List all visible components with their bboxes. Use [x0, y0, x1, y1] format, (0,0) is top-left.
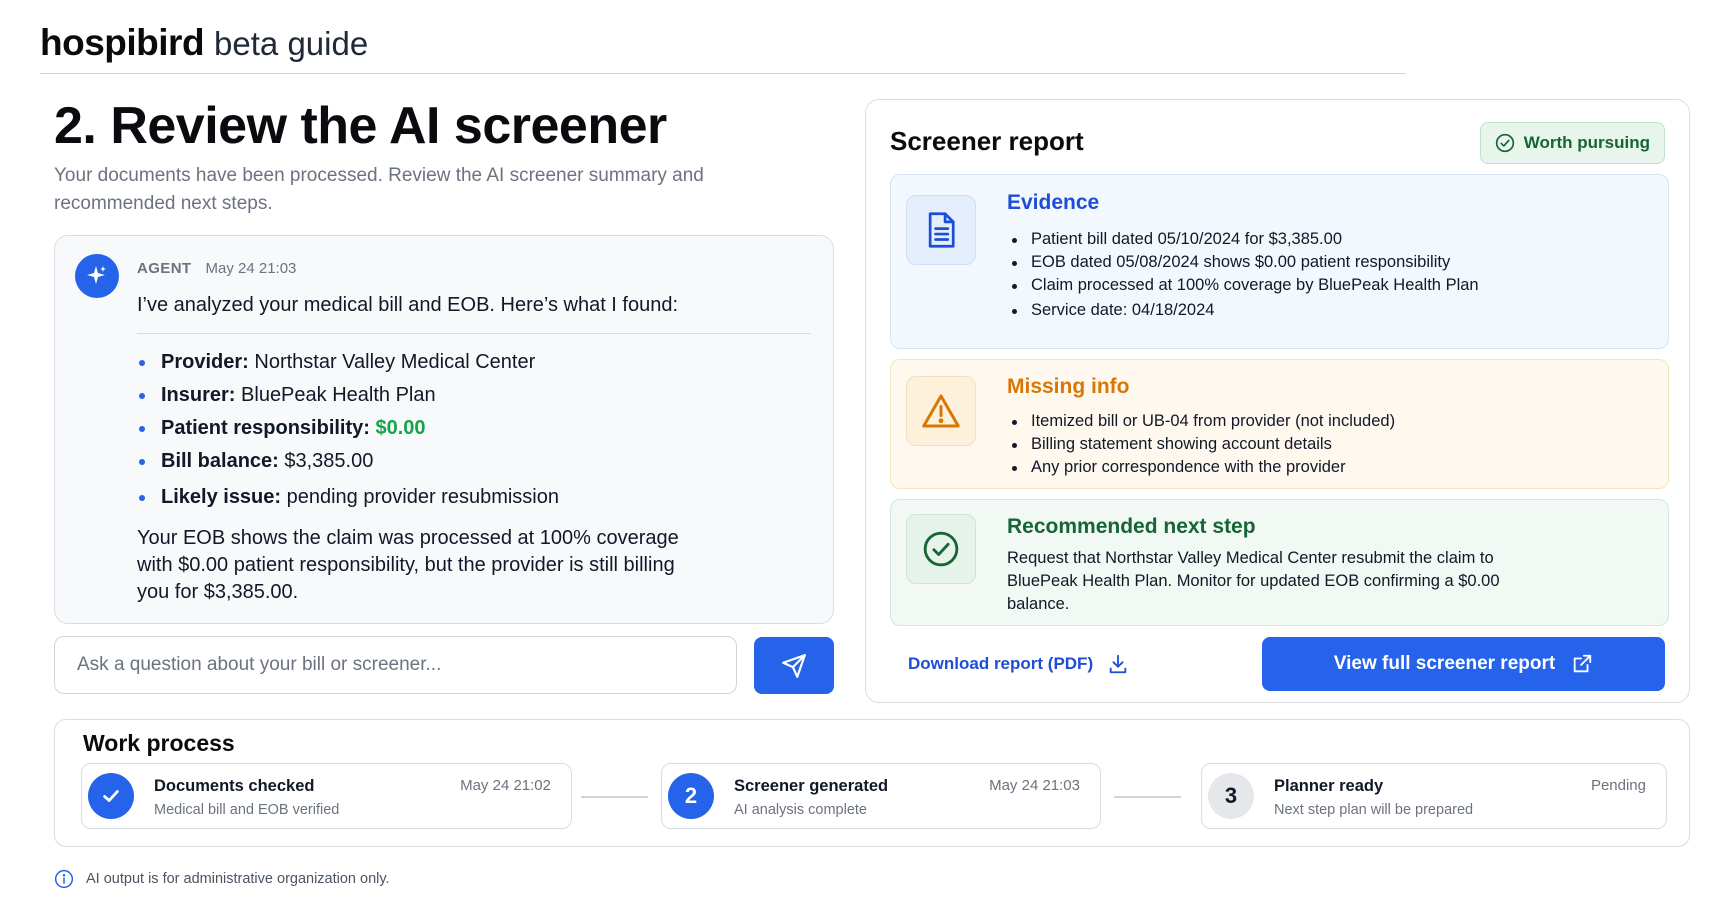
check-circle-icon	[906, 514, 976, 584]
step-documents-checked: Documents checked Medical bill and EOB v…	[81, 763, 572, 829]
page-title: 2. Review the AI screener	[54, 97, 667, 155]
agent-meta: AGENT May 24 21:03	[137, 260, 296, 277]
evidence-section: Evidence Patient bill dated 05/10/2024 f…	[890, 174, 1669, 349]
missing-info-item: Billing statement showing account detail…	[1007, 433, 1395, 456]
step-time: May 24 21:02	[460, 777, 551, 794]
step-connector	[581, 796, 648, 798]
step-connector	[1114, 796, 1181, 798]
step-planner-ready: 3 Planner ready Next step plan will be p…	[1201, 763, 1667, 829]
evidence-heading: Evidence	[1007, 191, 1100, 214]
app-header: hospibird beta guide	[40, 22, 368, 64]
missing-info-item: Itemized bill or UB-04 from provider (no…	[1007, 410, 1395, 433]
missing-info-list: Itemized bill or UB-04 from provider (no…	[1007, 410, 1395, 479]
header-divider	[40, 73, 1406, 74]
next-step-text: Request that Northstar Valley Medical Ce…	[1007, 549, 1500, 613]
evidence-item: Patient bill dated 05/10/2024 for $3,385…	[1007, 228, 1479, 251]
worth-pursuing-badge: Worth pursuing	[1479, 122, 1665, 164]
agent-timestamp: May 24 21:03	[205, 260, 297, 277]
step-name: Screener generated	[734, 777, 889, 795]
download-icon	[1109, 654, 1127, 674]
view-full-report-button[interactable]: View full screener report	[1262, 637, 1665, 691]
footer-note: AI output is for administrative organiza…	[54, 869, 390, 889]
page-subtitle: Your documents have been processed. Revi…	[54, 165, 704, 214]
finding-value: $3,385.00	[284, 450, 374, 472]
footer-note-text: AI output is for administrative organiza…	[86, 871, 390, 887]
finding-value: Northstar Valley Medical Center	[254, 351, 536, 373]
badge-label: Worth pursuing	[1523, 133, 1650, 152]
report-title: Screener report	[890, 126, 1084, 156]
missing-info-section: Missing info Itemized bill or UB-04 from…	[890, 359, 1669, 489]
brand-subtitle: beta guide	[214, 25, 369, 62]
screener-report-panel: Screener report Worth pursuing Evidence …	[865, 99, 1690, 703]
document-icon	[906, 195, 976, 265]
next-step-heading: Recommended next step	[1007, 515, 1256, 538]
step-time: May 24 21:03	[989, 777, 1080, 794]
send-button[interactable]	[754, 637, 834, 694]
finding-provider: Provider: Northstar Valley Medical Cente…	[137, 346, 559, 379]
sparkle-icon	[75, 254, 119, 298]
warning-triangle-icon	[906, 376, 976, 446]
work-process-title: Work process	[83, 730, 235, 756]
finding-insurer: Insurer: BluePeak Health Plan	[137, 379, 559, 412]
check-circle-icon	[1495, 133, 1514, 153]
step-status: Pending	[1590, 777, 1646, 794]
paper-plane-icon	[782, 653, 806, 678]
step-number: 2	[668, 773, 714, 819]
finding-likely-issue: Likely issue: pending provider resubmiss…	[137, 481, 559, 514]
info-icon	[54, 869, 74, 889]
download-label: Download report (PDF)	[908, 654, 1094, 673]
finding-label: Provider:	[161, 351, 249, 373]
finding-label: Likely issue:	[161, 486, 282, 508]
next-step-section: Recommended next step Request that North…	[890, 499, 1669, 626]
checkmark-icon	[88, 773, 134, 819]
download-report-link[interactable]: Download report (PDF)	[908, 653, 1129, 675]
evidence-item: Service date: 04/18/2024	[1007, 299, 1479, 322]
external-link-icon	[1573, 654, 1592, 673]
agent-divider	[137, 333, 811, 334]
view-report-label: View full screener report	[1333, 653, 1556, 674]
missing-info-item: Any prior correspondence with the provid…	[1007, 456, 1395, 479]
agent-findings-list: Provider: Northstar Valley Medical Cente…	[137, 346, 559, 514]
evidence-item: Claim processed at 100% coverage by Blue…	[1007, 274, 1479, 297]
ask-question-input[interactable]	[54, 636, 737, 694]
work-process-panel: Work process Documents checked Medical b…	[54, 719, 1690, 847]
finding-value: pending provider resubmission	[286, 486, 559, 508]
brand-logo: hospibird	[40, 22, 205, 63]
evidence-item: EOB dated 05/08/2024 shows $0.00 patient…	[1007, 251, 1479, 274]
missing-info-heading: Missing info	[1007, 375, 1130, 398]
step-number: 3	[1208, 773, 1254, 819]
finding-bill-balance: Bill balance: $3,385.00	[137, 445, 559, 478]
step-name: Planner ready	[1274, 777, 1384, 795]
finding-value: BluePeak Health Plan	[241, 384, 436, 406]
finding-value: $0.00	[375, 417, 426, 439]
finding-label: Bill balance:	[161, 450, 279, 472]
agent-intro: I’ve analyzed your medical bill and EOB.…	[137, 294, 679, 316]
step-screener-generated: 2 Screener generated AI analysis complet…	[661, 763, 1101, 829]
evidence-list: Patient bill dated 05/10/2024 for $3,385…	[1007, 228, 1479, 322]
step-description: AI analysis complete	[734, 802, 867, 818]
finding-label: Insurer:	[161, 384, 236, 406]
step-name: Documents checked	[154, 777, 315, 795]
agent-summary: Your EOB shows the claim was processed a…	[137, 527, 679, 603]
finding-patient-responsibility: Patient responsibility: $0.00	[137, 412, 559, 445]
agent-role: AGENT	[137, 260, 192, 277]
step-description: Next step plan will be prepared	[1274, 802, 1474, 818]
agent-message-card: AGENT May 24 21:03 I’ve analyzed your me…	[54, 235, 834, 624]
finding-label: Patient responsibility:	[161, 417, 370, 439]
step-description: Medical bill and EOB verified	[154, 802, 340, 818]
